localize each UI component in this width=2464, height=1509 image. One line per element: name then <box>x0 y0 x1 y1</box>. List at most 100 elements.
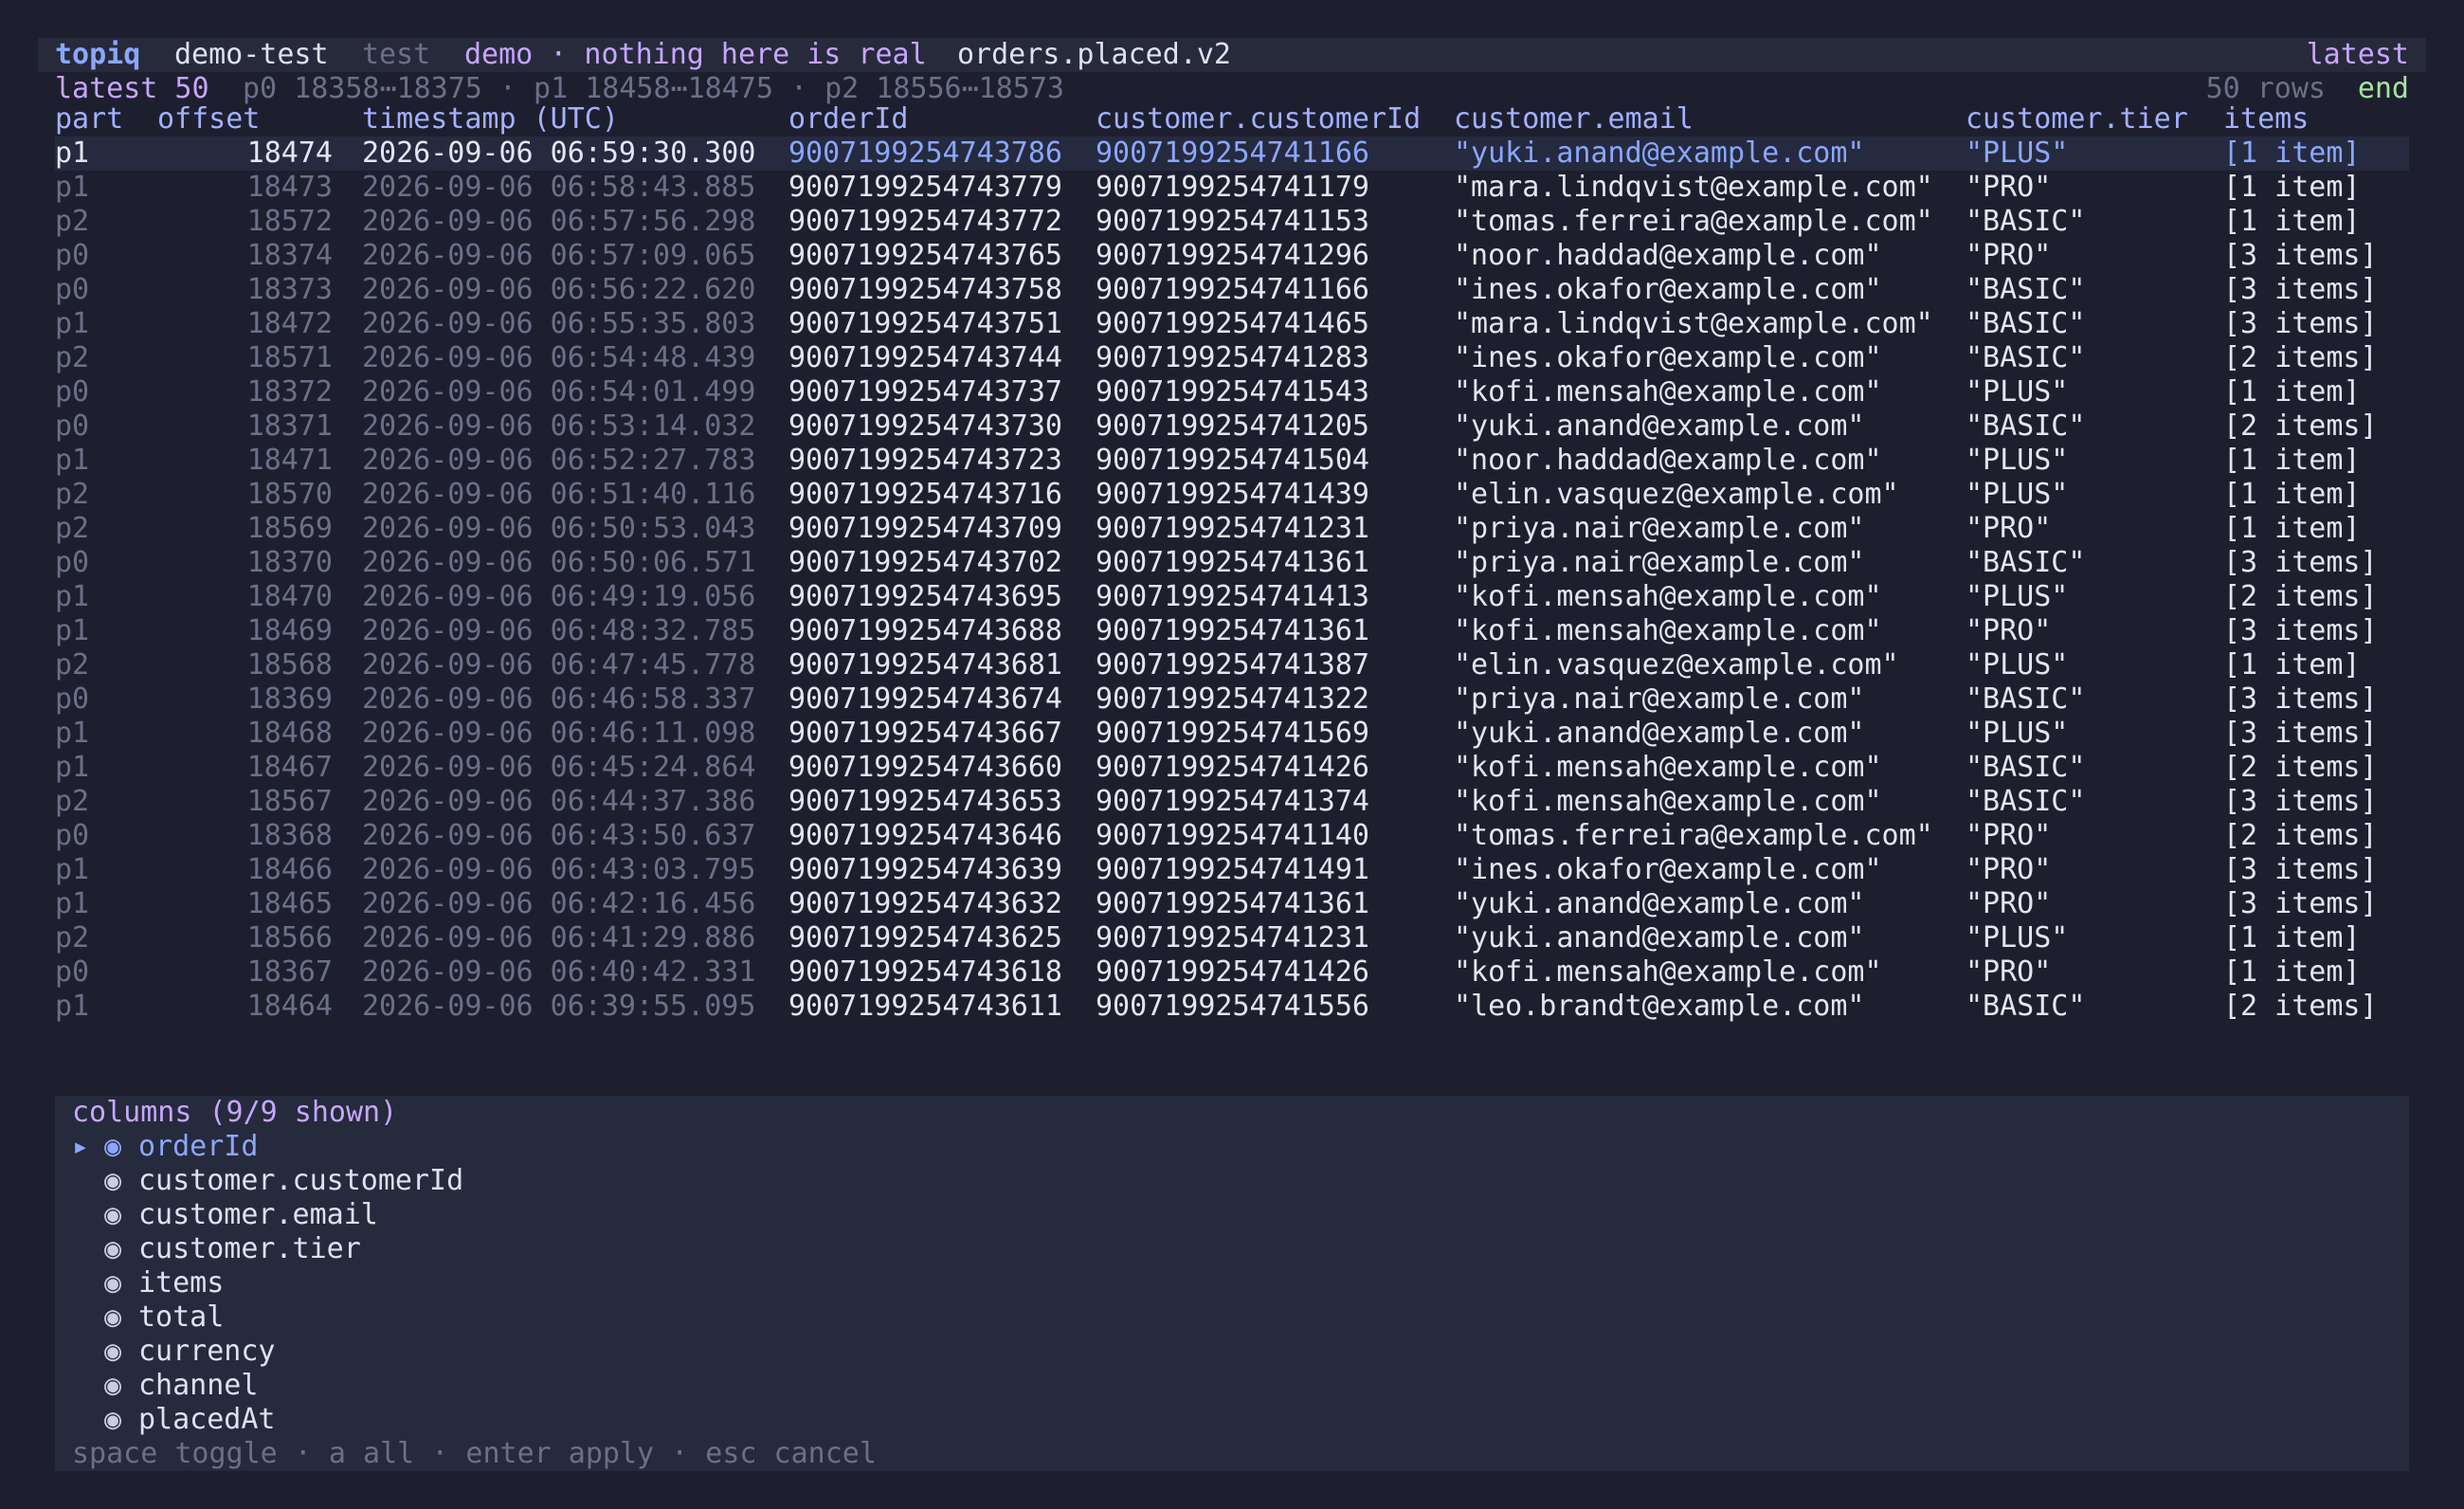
column-option[interactable]: ▸ ◉ orderId <box>72 1130 258 1164</box>
tier-cell: "PRO" <box>1966 239 2052 272</box>
table-row[interactable]: p0 18368 2026-09-06 06:43:50.637 9007199254… <box>55 819 2409 853</box>
email-cell: "elin.vasquez@example.com" <box>1454 648 1899 682</box>
customerid-cell: 9007199254741322 <box>1096 682 1369 716</box>
table-row[interactable]: p2 18571 2026-09-06 06:54:48.439 9007199254… <box>55 341 2409 375</box>
checked-radio-icon[interactable]: ◉ <box>104 1198 138 1232</box>
timestamp-cell: 2026-09-06 06:40:42.331 <box>362 955 756 989</box>
customerid-cell: 9007199254741231 <box>1096 921 1369 954</box>
orderid-cell: 9007199254743737 <box>788 375 1062 409</box>
table-row[interactable]: p1 18474 2026-09-06 06:59:30.300 9007199254… <box>55 136 2409 171</box>
items-cell: [2 items] <box>2223 341 2378 374</box>
table-row[interactable]: p1 18473 2026-09-06 06:58:43.885 9007199254… <box>55 171 2409 205</box>
timestamp-cell: 2026-09-06 06:46:11.098 <box>362 717 756 750</box>
column-option[interactable]: ◉ customer.email <box>72 1198 378 1232</box>
table-row[interactable]: p1 18470 2026-09-06 06:49:19.056 9007199254… <box>55 580 2409 614</box>
table-row[interactable]: p2 18568 2026-09-06 06:47:45.778 9007199254… <box>55 648 2409 682</box>
checked-radio-icon[interactable]: ◉ <box>104 1403 138 1437</box>
checked-radio-icon[interactable]: ◉ <box>104 1164 138 1198</box>
checked-radio-icon[interactable]: ◉ <box>104 1369 138 1403</box>
part-cell: p0 <box>55 955 90 989</box>
header-offset[interactable]: offset <box>157 102 333 136</box>
offset-cell: 18470 <box>246 580 333 613</box>
table-row[interactable]: p1 18465 2026-09-06 06:42:16.456 9007199254… <box>55 887 2409 921</box>
offset-cell: 18369 <box>246 682 333 716</box>
mode-indicator: latest <box>2306 38 2409 71</box>
scroll-position: end <box>2357 72 2409 105</box>
timestamp-cell: 2026-09-06 06:54:01.499 <box>362 375 756 409</box>
table-row[interactable]: p1 18472 2026-09-06 06:55:35.803 9007199254… <box>55 307 2409 341</box>
messages-table[interactable]: part offset timestamp (UTC) orderId cust… <box>55 102 2409 1024</box>
email-cell: "kofi.mensah@example.com" <box>1454 614 1882 647</box>
column-option[interactable]: ◉ placedAt <box>72 1403 276 1437</box>
column-option[interactable]: ◉ currency <box>72 1335 276 1369</box>
customerid-cell: 9007199254741361 <box>1096 546 1369 579</box>
table-row[interactable]: p2 18570 2026-09-06 06:51:40.116 9007199254… <box>55 478 2409 512</box>
column-option-label: currency <box>138 1335 276 1368</box>
customerid-cell: 9007199254741361 <box>1096 614 1369 647</box>
header-customerid[interactable]: customer.customerId <box>1096 102 1421 136</box>
table-row[interactable]: p1 18467 2026-09-06 06:45:24.864 9007199254… <box>55 751 2409 785</box>
orderid-cell: 9007199254743751 <box>788 307 1062 340</box>
table-row[interactable]: p0 18369 2026-09-06 06:46:58.337 9007199254… <box>55 682 2409 717</box>
table-row[interactable]: p1 18468 2026-09-06 06:46:11.098 9007199254… <box>55 717 2409 751</box>
column-option-label: orderId <box>138 1130 259 1163</box>
orderid-cell: 9007199254743646 <box>788 819 1062 852</box>
email-cell: "kofi.mensah@example.com" <box>1454 580 1882 613</box>
table-row[interactable]: p0 18371 2026-09-06 06:53:14.032 9007199254… <box>55 409 2409 444</box>
checked-radio-icon[interactable]: ◉ <box>104 1266 138 1300</box>
table-row[interactable]: p2 18569 2026-09-06 06:50:53.043 9007199254… <box>55 512 2409 546</box>
tier-cell: "PLUS" <box>1966 717 2069 750</box>
tier-cell: "BASIC" <box>1966 307 2086 340</box>
table-row[interactable]: p1 18469 2026-09-06 06:48:32.785 9007199254… <box>55 614 2409 648</box>
column-picker-title: columns (9/9 shown) <box>72 1096 398 1129</box>
email-cell: "yuki.anand@example.com" <box>1454 409 1865 443</box>
table-row[interactable]: p0 18373 2026-09-06 06:56:22.620 9007199254… <box>55 273 2409 307</box>
header-email[interactable]: customer.email <box>1454 102 1694 136</box>
header-items[interactable]: items <box>2223 102 2309 136</box>
header-part[interactable]: part <box>55 102 123 136</box>
table-row[interactable]: p0 18374 2026-09-06 06:57:09.065 9007199254… <box>55 239 2409 273</box>
email-cell: "mara.lindqvist@example.com" <box>1454 171 1933 204</box>
column-option[interactable]: ◉ items <box>72 1266 224 1300</box>
customerid-cell: 9007199254741426 <box>1096 955 1369 989</box>
offset-cell: 18464 <box>246 990 333 1023</box>
cursor-icon: ▸ <box>72 1130 90 1163</box>
table-row[interactable]: p1 18464 2026-09-06 06:39:55.095 9007199254… <box>55 990 2409 1024</box>
column-option[interactable]: ◉ total <box>72 1300 224 1335</box>
table-row[interactable]: p2 18567 2026-09-06 06:44:37.386 9007199254… <box>55 785 2409 819</box>
checked-radio-icon[interactable]: ◉ <box>104 1335 138 1369</box>
items-cell: [1 item] <box>2223 171 2361 204</box>
table-row[interactable]: p0 18367 2026-09-06 06:40:42.331 9007199254… <box>55 955 2409 990</box>
tier-cell: "PLUS" <box>1966 375 2069 409</box>
header-orderid[interactable]: orderId <box>788 102 908 136</box>
customerid-cell: 9007199254741387 <box>1096 648 1369 682</box>
timestamp-cell: 2026-09-06 06:55:35.803 <box>362 307 756 340</box>
checked-radio-icon[interactable]: ◉ <box>104 1130 138 1164</box>
timestamp-cell: 2026-09-06 06:58:43.885 <box>362 171 756 204</box>
header-tier[interactable]: customer.tier <box>1966 102 2188 136</box>
checked-radio-icon[interactable]: ◉ <box>104 1300 138 1335</box>
customerid-cell: 9007199254741465 <box>1096 307 1369 340</box>
checked-radio-icon[interactable]: ◉ <box>104 1232 138 1266</box>
offset-cell: 18368 <box>246 819 333 852</box>
email-cell: "ines.okafor@example.com" <box>1454 853 1882 886</box>
table-row[interactable]: p1 18471 2026-09-06 06:52:27.783 9007199254… <box>55 444 2409 478</box>
column-option[interactable]: ◉ customer.customerId <box>72 1164 463 1198</box>
customerid-cell: 9007199254741231 <box>1096 512 1369 545</box>
table-row[interactable]: p0 18370 2026-09-06 06:50:06.571 9007199254… <box>55 546 2409 580</box>
customerid-cell: 9007199254741439 <box>1096 478 1369 511</box>
offset-cell: 18371 <box>246 409 333 443</box>
customerid-cell: 9007199254741361 <box>1096 887 1369 920</box>
table-row[interactable]: p1 18466 2026-09-06 06:43:03.795 9007199254… <box>55 853 2409 887</box>
topic-name: orders.placed.v2 <box>957 38 1231 71</box>
table-row[interactable]: p0 18372 2026-09-06 06:54:01.499 9007199254… <box>55 375 2409 409</box>
column-option-label: customer.email <box>138 1198 378 1231</box>
table-row[interactable]: p2 18572 2026-09-06 06:57:56.298 9007199254… <box>55 205 2409 239</box>
items-cell: [1 item] <box>2223 205 2361 238</box>
column-option[interactable]: ◉ customer.tier <box>72 1232 361 1266</box>
table-row[interactable]: p2 18566 2026-09-06 06:41:29.886 9007199254… <box>55 921 2409 955</box>
column-option[interactable]: ◉ channel <box>72 1369 258 1403</box>
email-cell: "kofi.mensah@example.com" <box>1454 751 1882 784</box>
header-timestamp[interactable]: timestamp (UTC) <box>362 102 619 136</box>
part-cell: p1 <box>55 751 90 784</box>
